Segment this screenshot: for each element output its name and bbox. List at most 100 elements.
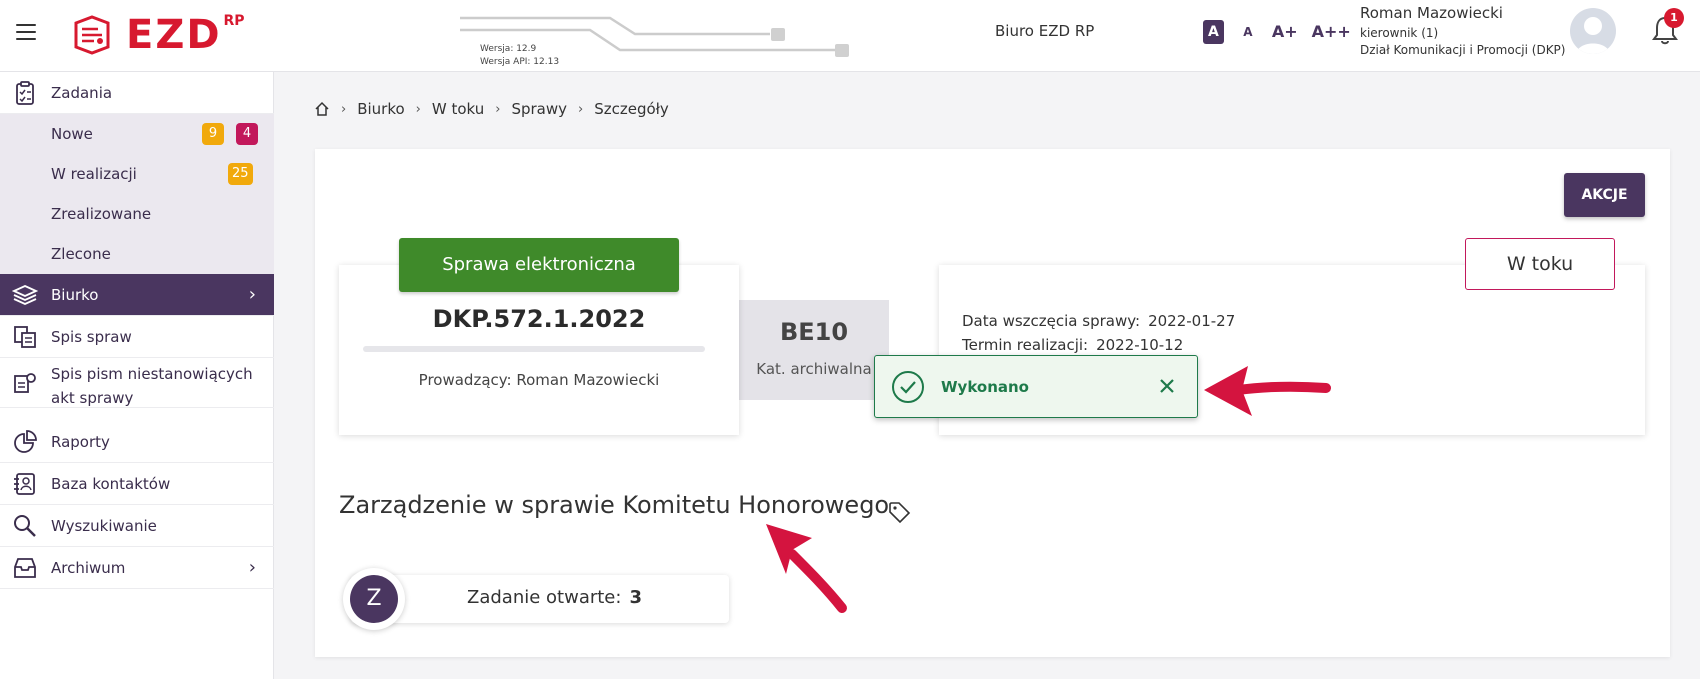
user-silhouette-icon: [1576, 17, 1610, 54]
logo-text: EZD: [126, 12, 222, 58]
user-role: kierownik (1): [1360, 26, 1439, 40]
case-progress-bar: [363, 346, 705, 352]
sidebar-item-label-line1: Spis pism niestanowiących: [51, 365, 253, 383]
breadcrumb-item-sprawy[interactable]: Sprawy: [511, 100, 567, 118]
logo-suffix: RP: [223, 13, 245, 29]
case-number: DKP.572.1.2022: [432, 305, 646, 333]
api-version-label: Wersja API: 12.13: [480, 57, 560, 67]
sidebar-item-spis-spraw[interactable]: Spis spraw: [0, 316, 274, 358]
annotation-arrow-icon: [1204, 366, 1331, 416]
sidebar-subitem-label: Zlecone: [51, 245, 111, 263]
top-bar: EZD RP Wersja: 12.9 Wersja API: 12.13 Bi…: [0, 0, 1700, 72]
sidebar-item-label: Archiwum: [51, 558, 126, 577]
sidebar-item-wyszukiwanie[interactable]: Wyszukiwanie: [0, 505, 274, 547]
case-owner: Prowadzący: Roman Mazowiecki: [418, 371, 660, 389]
annotation-arrow-icon: [766, 524, 847, 613]
logo-mark-icon: [74, 15, 110, 55]
breadcrumb-separator-icon: ›: [415, 101, 421, 117]
sidebar-item-label: Zadania: [51, 83, 113, 102]
sidebar-item-label-line2: akt sprawy: [51, 389, 134, 407]
font-size-default-button[interactable]: A: [1203, 20, 1224, 44]
sidebar-item-label: Raporty: [51, 432, 110, 451]
breadcrumb-separator-icon: ›: [341, 101, 347, 117]
version-label: Wersja: 12.9: [480, 44, 537, 54]
home-icon[interactable]: [314, 101, 330, 117]
clipboard-icon: [16, 80, 34, 105]
sidebar-item-spis-pism[interactable]: Spis pism niestanowiących akt sprawy: [0, 358, 274, 408]
sidebar-item-label: Spis pism niestanowiących akt sprawy: [51, 362, 253, 410]
success-toast: Wykonano: [874, 355, 1198, 418]
font-size-large-button[interactable]: A+: [1272, 20, 1298, 44]
sidebar-subitem-label: Zrealizowane: [51, 205, 152, 223]
actions-button[interactable]: AKCJE: [1564, 173, 1645, 217]
layers-icon: [12, 284, 38, 305]
breadcrumb-item-w-toku[interactable]: W toku: [432, 100, 484, 118]
count-badge-yellow: 25: [228, 163, 253, 185]
start-date-value: 2022-01-27: [1148, 312, 1236, 330]
version-info: Wersja: 12.9 Wersja API: 12.13: [460, 10, 860, 70]
due-date-row: Termin realizacji: 2022-10-12: [962, 336, 1183, 354]
documents-gear-icon: [14, 373, 36, 393]
breadcrumb-item-biurko[interactable]: Biurko: [357, 100, 404, 118]
pie-chart-icon: [14, 429, 37, 453]
count-badge-yellow: 9: [202, 123, 224, 145]
sidebar-subitem-label: Nowe: [51, 125, 93, 143]
sidebar: Zadania Nowe 9 4 W realizacji 25 Zrealiz…: [0, 72, 274, 679]
search-icon: [14, 514, 36, 537]
office-name: Biuro EZD RP: [995, 22, 1095, 40]
user-name: Roman Mazowiecki: [1360, 4, 1503, 22]
sidebar-subitem-nowe[interactable]: Nowe 9 4: [0, 114, 274, 154]
archive-category-code: BE10: [779, 318, 849, 346]
contacts-icon: [14, 472, 35, 495]
menu-icon[interactable]: [16, 24, 36, 40]
sidebar-item-baza-kontaktow[interactable]: Baza kontaktów: [0, 463, 274, 505]
chevron-right-icon: ›: [248, 284, 256, 305]
count-badge-magenta: 4: [236, 123, 258, 145]
case-type-badge: Sprawa elektroniczna: [399, 238, 679, 292]
font-size-switcher: A A A+ A++: [1203, 20, 1351, 44]
sidebar-item-label: Biurko: [51, 285, 99, 304]
case-status-badge: W toku: [1465, 238, 1615, 290]
start-date-label: Data wszczęcia sprawy:: [962, 312, 1141, 330]
sidebar-subitem-zrealizowane[interactable]: Zrealizowane: [0, 194, 274, 234]
breadcrumb-separator-icon: ›: [578, 101, 584, 117]
task-avatar: Z: [343, 568, 405, 630]
sidebar-item-raporty[interactable]: Raporty: [0, 421, 274, 463]
documents-icon: [14, 325, 36, 348]
sidebar-item-label: Spis spraw: [51, 327, 132, 346]
app-logo[interactable]: EZD RP: [70, 10, 245, 60]
user-info[interactable]: Roman Mazowiecki kierownik (1) Dział Kom…: [1360, 4, 1565, 57]
task-avatar-letter: Z: [350, 575, 398, 623]
font-size-normal-button[interactable]: A: [1238, 20, 1258, 44]
close-icon[interactable]: [1155, 374, 1179, 398]
sidebar-subitem-label: W realizacji: [51, 165, 137, 183]
user-department: Dział Komunikacji i Promocji (DKP): [1360, 43, 1566, 57]
sidebar-item-zadania[interactable]: Zadania: [0, 72, 274, 114]
sidebar-item-label: Wyszukiwanie: [51, 516, 157, 535]
check-circle-icon: [892, 371, 924, 403]
breadcrumb: › Biurko › W toku › Sprawy › Szczegóły: [314, 100, 669, 118]
open-tasks-count: 3: [629, 587, 642, 608]
avatar[interactable]: [1570, 8, 1616, 54]
sidebar-subitem-zlecone[interactable]: Zlecone: [0, 234, 274, 274]
sidebar-item-label: Baza kontaktów: [51, 474, 171, 493]
tag-icon[interactable]: [887, 500, 911, 524]
sidebar-item-archiwum[interactable]: Archiwum ›: [0, 547, 274, 589]
breadcrumb-separator-icon: ›: [495, 101, 501, 117]
archive-category-box: [739, 300, 889, 400]
breadcrumb-item-szczegoly: Szczegóły: [594, 100, 669, 118]
chevron-right-icon: ›: [248, 557, 256, 578]
due-date-value: 2022-10-12: [1096, 336, 1184, 354]
due-date-label: Termin realizacji:: [962, 336, 1089, 354]
sidebar-item-biurko[interactable]: Biurko ›: [0, 274, 274, 316]
archive-icon: [14, 557, 36, 578]
start-date-row: Data wszczęcia sprawy: 2022-01-27: [962, 312, 1235, 330]
sidebar-subitem-w-realizacji[interactable]: W realizacji 25: [0, 154, 274, 194]
open-tasks-text: Zadanie otwarte:: [467, 587, 622, 608]
open-tasks-label: Zadanie otwarte: 3: [467, 587, 642, 608]
case-title: Zarządzenie w sprawie Komitetu Honoroweg…: [339, 491, 890, 519]
font-size-xlarge-button[interactable]: A++: [1312, 20, 1351, 44]
archive-category-label: Kat. archiwalna: [756, 360, 872, 378]
toast-message: Wykonano: [941, 378, 1029, 396]
notifications-badge: 1: [1664, 8, 1684, 28]
